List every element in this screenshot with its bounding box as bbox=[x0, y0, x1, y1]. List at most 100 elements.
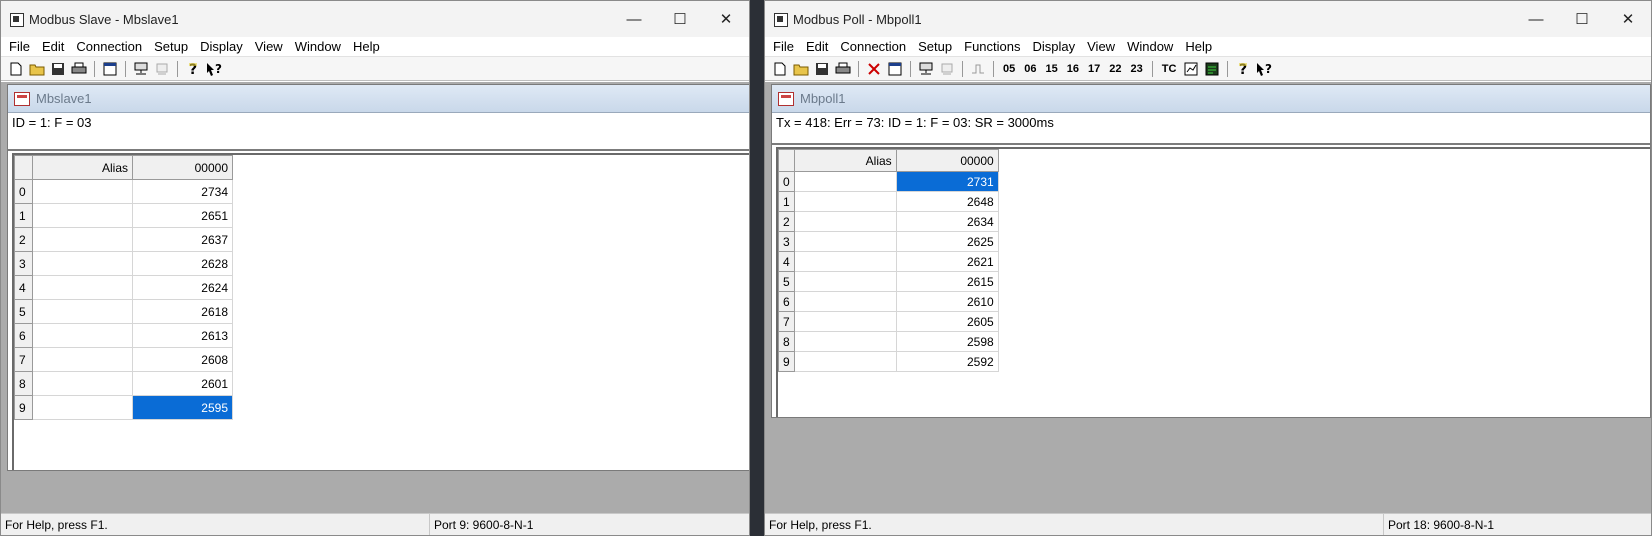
disconnect-icon[interactable] bbox=[153, 60, 171, 78]
row-index[interactable]: 2 bbox=[14, 227, 33, 252]
alias-cell[interactable] bbox=[793, 191, 897, 212]
register-value-cell[interactable]: 2605 bbox=[895, 311, 999, 332]
menu-display[interactable]: Display bbox=[194, 39, 249, 54]
function-22-button[interactable]: 22 bbox=[1106, 63, 1124, 75]
row-index[interactable]: 5 bbox=[778, 271, 795, 292]
row-index[interactable]: 7 bbox=[778, 311, 795, 332]
register-value-cell[interactable]: 2610 bbox=[895, 291, 999, 312]
register-value-cell[interactable]: 2731 bbox=[895, 171, 999, 192]
poll-maximize-button[interactable]: ☐ bbox=[1559, 1, 1605, 37]
alias-cell[interactable] bbox=[793, 271, 897, 292]
register-value-cell[interactable]: 2592 bbox=[895, 351, 999, 372]
row-index[interactable]: 3 bbox=[14, 251, 33, 276]
open-folder-icon[interactable] bbox=[792, 60, 810, 78]
register-value-cell[interactable]: 2637 bbox=[132, 227, 233, 252]
register-value-cell[interactable]: 2595 bbox=[132, 395, 233, 420]
alias-cell[interactable] bbox=[32, 371, 133, 396]
register-value-cell[interactable]: 2651 bbox=[132, 203, 233, 228]
register-value-cell[interactable]: 2608 bbox=[132, 347, 233, 372]
alias-cell[interactable] bbox=[793, 331, 897, 352]
row-index[interactable]: 9 bbox=[778, 351, 795, 372]
row-index[interactable]: 4 bbox=[14, 275, 33, 300]
monitor-icon[interactable] bbox=[1203, 60, 1221, 78]
menu-edit[interactable]: Edit bbox=[800, 39, 834, 54]
pulse-icon[interactable] bbox=[969, 60, 987, 78]
alias-cell[interactable] bbox=[32, 203, 133, 228]
register-value-cell[interactable]: 2615 bbox=[895, 271, 999, 292]
column-header-register[interactable]: 00000 bbox=[895, 149, 999, 172]
alias-cell[interactable] bbox=[32, 227, 133, 252]
poll-close-button[interactable]: ✕ bbox=[1605, 1, 1651, 37]
print-icon[interactable] bbox=[70, 60, 88, 78]
alias-cell[interactable] bbox=[793, 171, 897, 192]
menu-connection[interactable]: Connection bbox=[70, 39, 148, 54]
alias-cell[interactable] bbox=[32, 323, 133, 348]
connect-icon[interactable] bbox=[917, 60, 935, 78]
row-index[interactable]: 8 bbox=[778, 331, 795, 352]
menu-setup[interactable]: Setup bbox=[148, 39, 194, 54]
column-header-alias[interactable]: Alias bbox=[32, 155, 133, 180]
help-icon[interactable]: ? bbox=[1234, 60, 1252, 78]
menu-setup[interactable]: Setup bbox=[912, 39, 958, 54]
menu-connection[interactable]: Connection bbox=[834, 39, 912, 54]
row-index[interactable]: 1 bbox=[14, 203, 33, 228]
window-icon[interactable] bbox=[101, 60, 119, 78]
menu-window[interactable]: Window bbox=[289, 39, 347, 54]
traffic-tc-button[interactable]: TC bbox=[1159, 63, 1180, 75]
row-index[interactable]: 8 bbox=[14, 371, 33, 396]
register-value-cell[interactable]: 2625 bbox=[895, 231, 999, 252]
register-value-cell[interactable]: 2648 bbox=[895, 191, 999, 212]
slave-maximize-button[interactable]: ☐ bbox=[657, 1, 703, 37]
alias-cell[interactable] bbox=[793, 211, 897, 232]
poll-minimize-button[interactable]: — bbox=[1513, 1, 1559, 37]
menu-window[interactable]: Window bbox=[1121, 39, 1179, 54]
register-value-cell[interactable]: 2618 bbox=[132, 299, 233, 324]
context-help-icon[interactable]: ? bbox=[1255, 60, 1273, 78]
save-icon[interactable] bbox=[49, 60, 67, 78]
register-value-cell[interactable]: 2613 bbox=[132, 323, 233, 348]
poll-titlebar[interactable]: Modbus Poll - Mbpoll1 — ☐ ✕ bbox=[765, 1, 1651, 37]
alias-cell[interactable] bbox=[32, 179, 133, 204]
function-16-button[interactable]: 16 bbox=[1064, 63, 1082, 75]
print-icon[interactable] bbox=[834, 60, 852, 78]
alias-cell[interactable] bbox=[32, 395, 133, 420]
menu-view[interactable]: View bbox=[249, 39, 289, 54]
register-value-cell[interactable]: 2621 bbox=[895, 251, 999, 272]
register-value-cell[interactable]: 2601 bbox=[132, 371, 233, 396]
row-index[interactable]: 3 bbox=[778, 231, 795, 252]
menu-file[interactable]: File bbox=[767, 39, 800, 54]
connect-icon[interactable] bbox=[132, 60, 150, 78]
alias-cell[interactable] bbox=[793, 251, 897, 272]
menu-display[interactable]: Display bbox=[1027, 39, 1082, 54]
column-header-alias[interactable]: Alias bbox=[793, 149, 897, 172]
alias-cell[interactable] bbox=[793, 351, 897, 372]
disconnect-icon[interactable] bbox=[938, 60, 956, 78]
row-index[interactable]: 4 bbox=[778, 251, 795, 272]
menu-functions[interactable]: Functions bbox=[958, 39, 1026, 54]
delete-icon[interactable] bbox=[865, 60, 883, 78]
alias-cell[interactable] bbox=[793, 311, 897, 332]
function-17-button[interactable]: 17 bbox=[1085, 63, 1103, 75]
register-value-cell[interactable]: 2598 bbox=[895, 331, 999, 352]
alias-cell[interactable] bbox=[32, 275, 133, 300]
window-icon[interactable] bbox=[886, 60, 904, 78]
row-index[interactable]: 6 bbox=[778, 291, 795, 312]
alias-cell[interactable] bbox=[32, 347, 133, 372]
function-05-button[interactable]: 05 bbox=[1000, 63, 1018, 75]
alias-cell[interactable] bbox=[32, 299, 133, 324]
menu-help[interactable]: Help bbox=[347, 39, 386, 54]
context-help-icon[interactable]: ? bbox=[205, 60, 223, 78]
poll-child-titlebar[interactable]: Mbpoll1 bbox=[772, 85, 1650, 113]
row-index[interactable]: 9 bbox=[14, 395, 33, 420]
row-index[interactable]: 5 bbox=[14, 299, 33, 324]
register-value-cell[interactable]: 2734 bbox=[132, 179, 233, 204]
alias-cell[interactable] bbox=[793, 231, 897, 252]
new-file-icon[interactable] bbox=[771, 60, 789, 78]
menu-file[interactable]: File bbox=[3, 39, 36, 54]
slave-close-button[interactable]: ✕ bbox=[703, 1, 749, 37]
menu-edit[interactable]: Edit bbox=[36, 39, 70, 54]
function-23-button[interactable]: 23 bbox=[1128, 63, 1146, 75]
help-icon[interactable]: ? bbox=[184, 60, 202, 78]
row-index[interactable]: 1 bbox=[778, 191, 795, 212]
slave-child-titlebar[interactable]: Mbslave1 bbox=[8, 85, 749, 113]
